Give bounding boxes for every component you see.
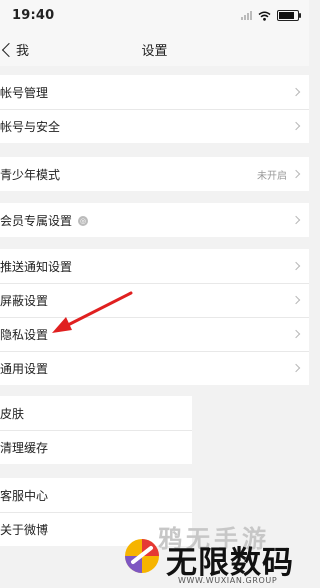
watermark: 鸦无手游 无限数码 WWW.WUXIAN.GROUP <box>118 512 309 588</box>
annotation-arrow <box>52 291 133 333</box>
watermark-url-text: WWW.WUXIAN.GROUP <box>178 576 278 585</box>
watermark-logo-icon <box>125 539 159 573</box>
